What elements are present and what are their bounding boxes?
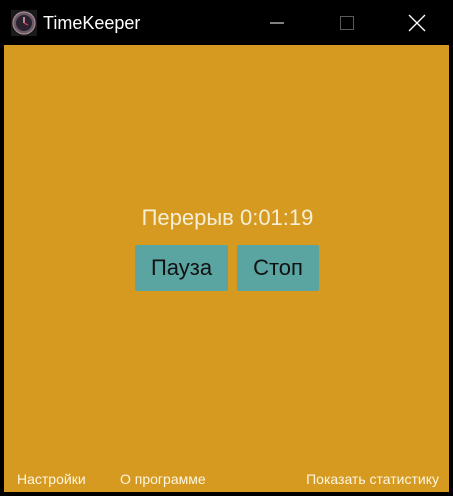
window-title: TimeKeeper [43,13,141,33]
stop-button[interactable]: Стоп [237,245,319,291]
maximize-button[interactable] [315,0,379,45]
close-button[interactable] [385,0,449,45]
close-icon [408,14,426,31]
stopwatch-icon [11,10,37,36]
title-bar[interactable]: TimeKeeper [0,0,453,45]
minimize-icon [270,22,284,23]
minimize-button[interactable] [245,0,309,45]
timekeeper-window: TimeKeeper Перерыв 0:01:19 Пауза Стоп На… [0,0,453,496]
pause-button[interactable]: Пауза [135,245,228,291]
main-panel: Перерыв 0:01:19 Пауза Стоп Настройки О п… [4,45,449,492]
maximize-icon [340,15,354,30]
timer-status-text: Перерыв 0:01:19 [141,205,314,230]
about-link[interactable]: О программе [120,470,206,488]
settings-link[interactable]: Настройки [17,470,86,488]
show-statistics-link[interactable]: Показать статистику [306,470,439,488]
